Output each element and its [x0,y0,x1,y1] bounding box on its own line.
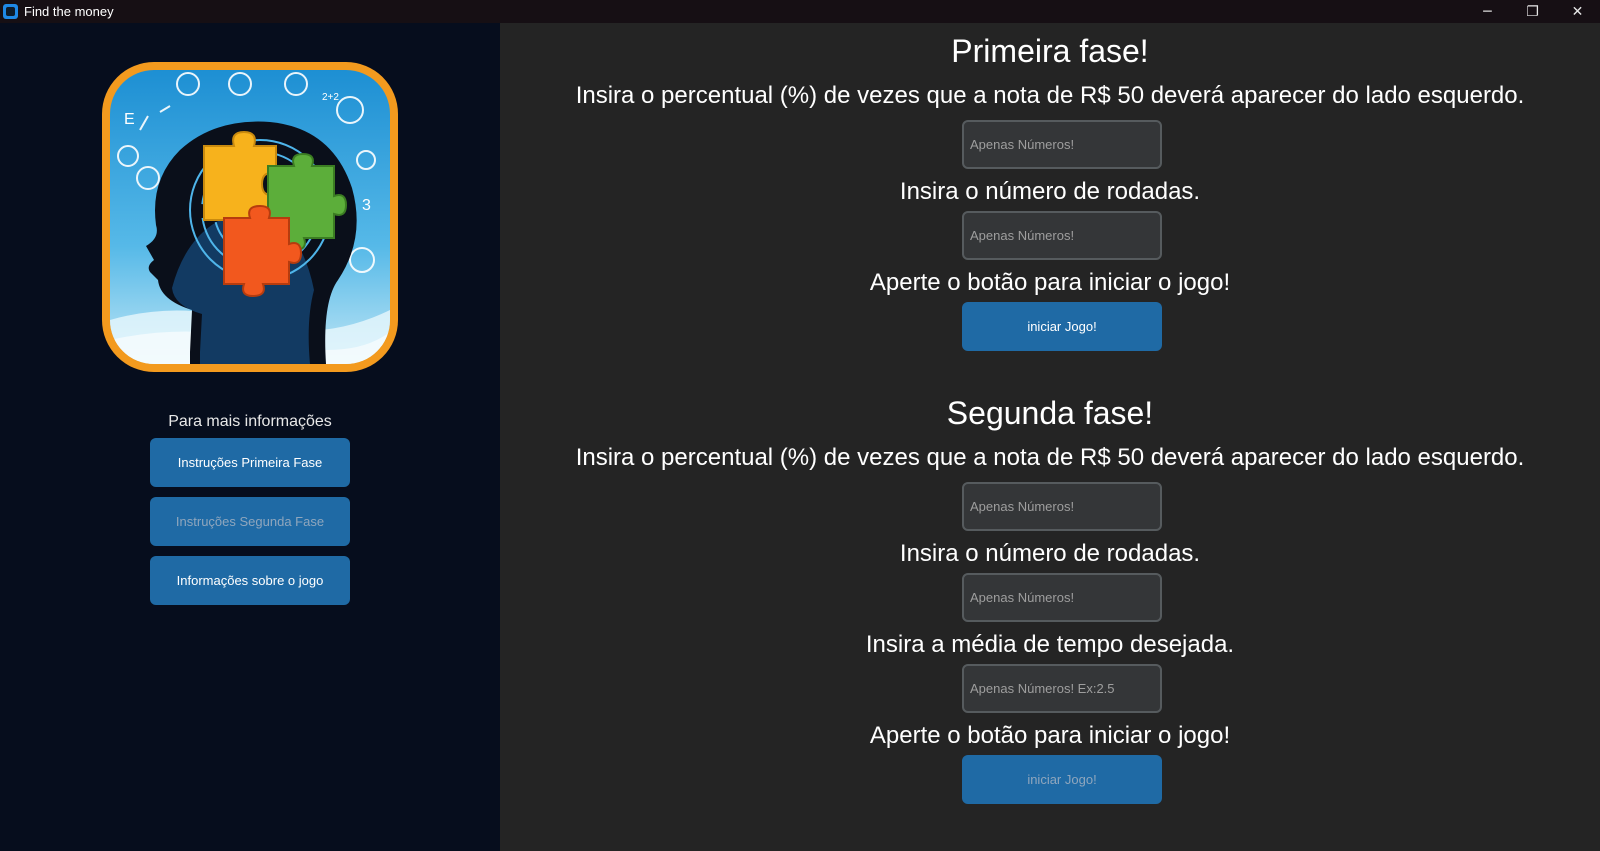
phase1-percent-prompt: Insira o percentual (%) de vezes que a n… [575,82,1525,109]
main-panel: Primeira fase! Insira o percentual (%) d… [500,23,1600,851]
info-label: Para mais informações [168,413,332,430]
second-phase-instructions-button[interactable]: Instruções Segunda Fase [150,497,350,546]
title-bar: Find the money ─ ❐ ✕ [0,0,1600,23]
window-title: Find the money [24,4,114,19]
phase1-start-button[interactable]: iniciar Jogo! [962,302,1162,351]
phase2-percent-prompt: Insira o percentual (%) de vezes que a n… [575,444,1525,471]
phase1-percent-input[interactable] [962,120,1162,169]
phase2-rounds-prompt: Insira o número de rodadas. [899,540,1201,567]
phase2-title: Segunda fase! [946,395,1154,431]
phase2-rounds-input[interactable] [962,573,1162,622]
sidebar: 2+2 3 E Para mais informações Instruções… [0,23,500,851]
logo-glyph-sum: 2+2 [322,92,339,103]
minimize-button[interactable]: ─ [1465,0,1510,23]
phase1-rounds-input[interactable] [962,211,1162,260]
brain-puzzle-logo: 2+2 3 E [102,62,398,372]
phase1-start-prompt: Aperte o botão para iniciar o jogo! [869,269,1231,296]
phase1-title: Primeira fase! [951,33,1149,69]
phase1-rounds-prompt: Insira o número de rodadas. [899,178,1201,205]
game-info-button[interactable]: Informações sobre o jogo [150,556,350,605]
phase2-start-button[interactable]: iniciar Jogo! [962,755,1162,804]
window-controls: ─ ❐ ✕ [1465,0,1600,23]
phase2-time-prompt: Insira a média de tempo desejada. [865,631,1235,658]
close-button[interactable]: ✕ [1555,0,1600,23]
maximize-button[interactable]: ❐ [1510,0,1555,23]
phase2-time-input[interactable] [962,664,1162,713]
phase2-start-prompt: Aperte o botão para iniciar o jogo! [869,722,1231,749]
logo-glyph-e: E [124,111,135,128]
logo-glyph-three: 3 [362,197,371,214]
first-phase-instructions-button[interactable]: Instruções Primeira Fase [150,438,350,487]
app-icon [3,4,18,19]
phase2-percent-input[interactable] [962,482,1162,531]
